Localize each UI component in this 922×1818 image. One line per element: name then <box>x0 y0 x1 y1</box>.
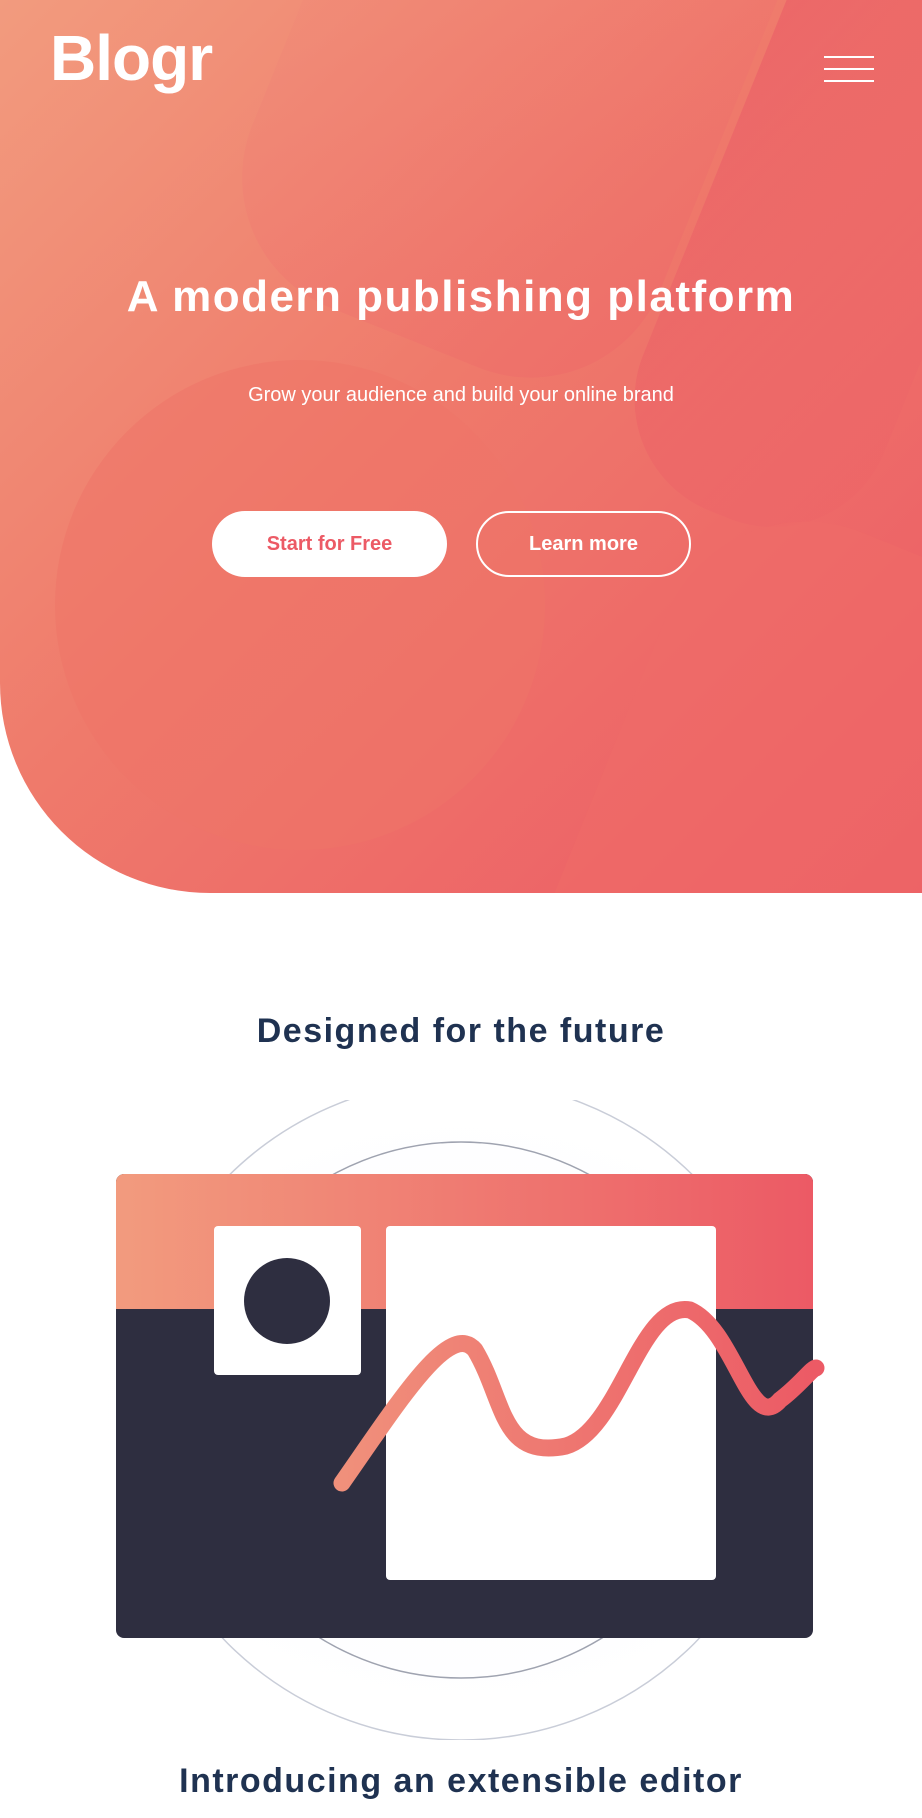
hamburger-menu-icon[interactable] <box>824 56 874 88</box>
start-for-free-button[interactable]: Start for Free <box>212 511 447 577</box>
menu-bar <box>824 56 874 58</box>
editor-content-card <box>386 1226 716 1580</box>
logo[interactable]: Blogr <box>50 26 213 90</box>
editor-section-title: Introducing an extensible editor <box>179 1762 743 1800</box>
hero-background-pattern <box>55 0 922 893</box>
editor-avatar-dot <box>244 1258 330 1344</box>
menu-bar <box>824 68 874 70</box>
hero-shape-circle <box>55 360 545 850</box>
editor-illustration <box>61 1100 861 1740</box>
hero-subtitle: Grow your audience and build your online… <box>248 384 674 406</box>
menu-bar <box>824 80 874 82</box>
future-section-title: Designed for the future <box>256 1012 666 1050</box>
learn-more-button[interactable]: Learn more <box>476 511 691 577</box>
hero-title: A modern publishing platform <box>126 272 796 321</box>
hero-section: Blogr A modern publishing platform Grow … <box>0 0 922 893</box>
landing-page: Blogr A modern publishing platform Grow … <box>0 0 922 1818</box>
